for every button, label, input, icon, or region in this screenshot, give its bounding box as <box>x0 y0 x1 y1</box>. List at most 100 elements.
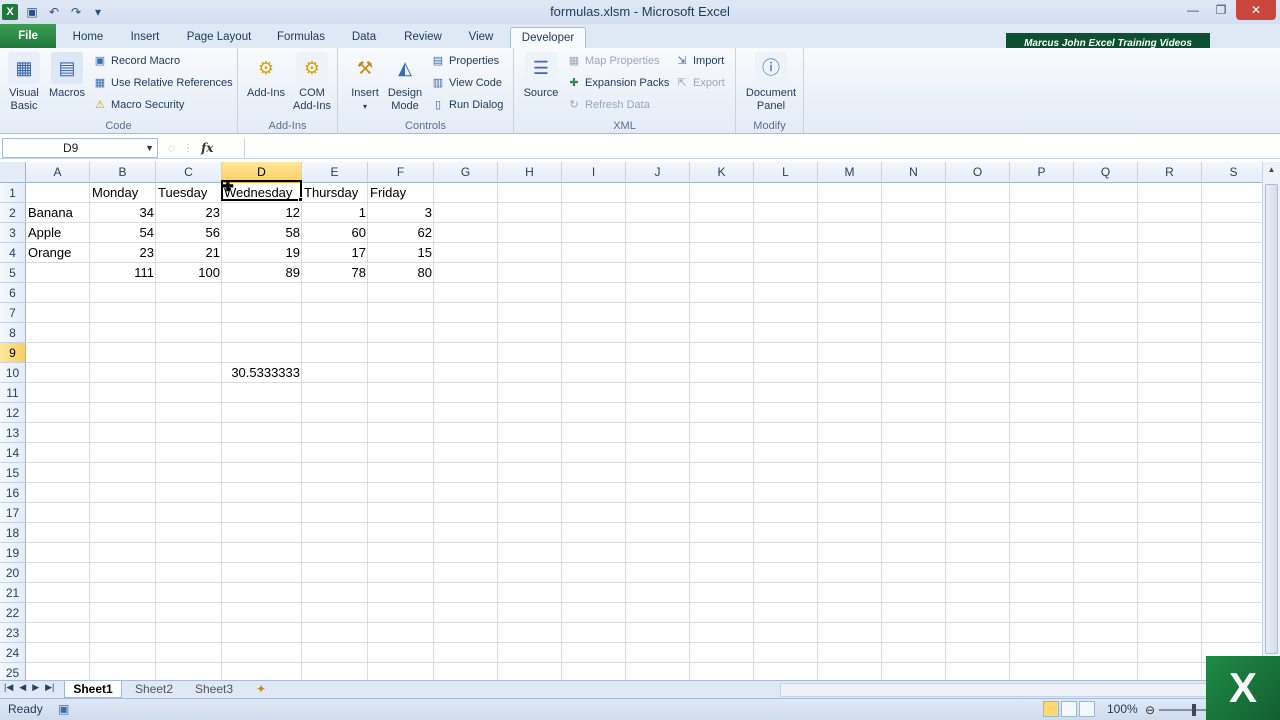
zoom-level[interactable]: 100% <box>1107 702 1138 716</box>
tab-developer[interactable]: Developer <box>510 27 586 48</box>
sheet-tab-sheet3[interactable]: Sheet3 <box>186 681 242 698</box>
cell-a3[interactable]: Apple <box>26 223 90 243</box>
tab-insert[interactable]: Insert <box>120 27 170 48</box>
com-add-ins-button[interactable]: ⚙ COM Add-Ins <box>290 52 334 113</box>
export-button[interactable]: ⇱ Export <box>674 73 724 93</box>
expand-icon[interactable]: ◌ <box>168 141 175 155</box>
cell-c4[interactable]: 21 <box>156 243 222 263</box>
column-header-g[interactable]: G <box>434 162 498 183</box>
row-header-21[interactable]: 21 <box>0 583 26 603</box>
cell-c5[interactable]: 100 <box>156 263 222 283</box>
row-header-11[interactable]: 11 <box>0 383 26 403</box>
cell-e1[interactable]: Thursday <box>302 183 368 203</box>
next-sheet-icon[interactable]: ▶ <box>32 682 39 693</box>
column-header-p[interactable]: P <box>1010 162 1074 183</box>
column-header-k[interactable]: K <box>690 162 754 183</box>
insert-control-button[interactable]: ⚒ Insert ▾ <box>344 52 386 113</box>
column-header-m[interactable]: M <box>818 162 882 183</box>
fill-handle[interactable] <box>298 197 303 202</box>
cell-c3[interactable]: 56 <box>156 223 222 243</box>
column-header-f[interactable]: F <box>368 162 434 183</box>
spreadsheet-grid[interactable]: A B C D E F G H I J K L M N O P Q R S 1 2 3 4 5 6 7 8 9 10 11 12 13 14 15… <box>0 162 1262 682</box>
page-layout-view-icon[interactable] <box>1061 701 1077 717</box>
row-header-20[interactable]: 20 <box>0 563 26 583</box>
cell-f1[interactable]: Friday <box>368 183 434 203</box>
cell-a4[interactable]: Orange <box>26 243 90 263</box>
map-properties-button[interactable]: ▦ Map Properties <box>566 51 660 71</box>
import-button[interactable]: ⇲ Import <box>674 51 724 71</box>
expansion-packs-button[interactable]: ✚ Expansion Packs <box>566 73 669 93</box>
tab-review[interactable]: Review <box>396 27 450 48</box>
cell-f2[interactable]: 3 <box>368 203 434 223</box>
view-code-button[interactable]: ▥ View Code <box>430 73 502 93</box>
cell-d3[interactable]: 58 <box>222 223 302 243</box>
select-all-corner[interactable] <box>0 162 26 183</box>
design-mode-button[interactable]: ◭ Design Mode <box>384 52 426 113</box>
use-relative-references-button[interactable]: ▦ Use Relative References <box>92 73 233 93</box>
column-header-a[interactable]: A <box>26 162 90 183</box>
tab-home[interactable]: Home <box>62 27 114 48</box>
column-header-h[interactable]: H <box>498 162 562 183</box>
document-panel-button[interactable]: ⓘ Document Panel <box>740 52 802 113</box>
insert-function-icon[interactable]: fx <box>201 141 213 155</box>
cell-a2[interactable]: Banana <box>26 203 90 223</box>
tab-file[interactable]: File <box>0 24 56 48</box>
formula-input[interactable] <box>244 138 1264 158</box>
cell-e3[interactable]: 60 <box>302 223 368 243</box>
column-header-r[interactable]: R <box>1138 162 1202 183</box>
zoom-out-icon[interactable]: ⊖ <box>1145 703 1155 717</box>
name-box[interactable]: D9 ▼ <box>2 138 158 158</box>
cell-d5[interactable]: 89 <box>222 263 302 283</box>
column-header-e[interactable]: E <box>302 162 368 183</box>
column-header-s[interactable]: S <box>1202 162 1262 183</box>
tab-formulas[interactable]: Formulas <box>268 27 334 48</box>
cell-f3[interactable]: 62 <box>368 223 434 243</box>
column-header-o[interactable]: O <box>946 162 1010 183</box>
macro-security-button[interactable]: ⚠ Macro Security <box>92 95 184 115</box>
cell-b1[interactable]: Monday <box>90 183 156 203</box>
cell-b3[interactable]: 54 <box>90 223 156 243</box>
row-header-16[interactable]: 16 <box>0 483 26 503</box>
cell-d4[interactable]: 19 <box>222 243 302 263</box>
row-header-4[interactable]: 4 <box>0 243 26 263</box>
add-ins-button[interactable]: ⚙ Add-Ins <box>244 52 288 100</box>
macro-record-icon[interactable]: ▣ <box>58 702 69 716</box>
cell-e2[interactable]: 1 <box>302 203 368 223</box>
row-header-3[interactable]: 3 <box>0 223 26 243</box>
row-header-2[interactable]: 2 <box>0 203 26 223</box>
cell-f5[interactable]: 80 <box>368 263 434 283</box>
cell-d2[interactable]: 12 <box>222 203 302 223</box>
tab-page-layout[interactable]: Page Layout <box>178 27 260 48</box>
zoom-knob[interactable] <box>1192 704 1197 716</box>
tab-data[interactable]: Data <box>342 27 386 48</box>
cell-c1[interactable]: Tuesday <box>156 183 222 203</box>
cell-b5[interactable]: 111 <box>90 263 156 283</box>
row-header-17[interactable]: 17 <box>0 503 26 523</box>
cell-e4[interactable]: 17 <box>302 243 368 263</box>
vertical-scrollbar[interactable]: ▲ ▼ <box>1262 162 1280 682</box>
column-header-q[interactable]: Q <box>1074 162 1138 183</box>
cell-c2[interactable]: 23 <box>156 203 222 223</box>
minimize-icon[interactable]: — <box>1180 0 1206 20</box>
record-macro-button[interactable]: ▣ Record Macro <box>92 51 180 71</box>
first-sheet-icon[interactable]: |◀ <box>4 682 13 693</box>
column-header-l[interactable]: L <box>754 162 818 183</box>
restore-icon[interactable]: ❐ <box>1208 0 1234 20</box>
close-icon[interactable]: ✕ <box>1236 0 1276 20</box>
row-header-14[interactable]: 14 <box>0 443 26 463</box>
visual-basic-button[interactable]: ▦ Visual Basic <box>4 52 44 113</box>
column-header-n[interactable]: N <box>882 162 946 183</box>
cell-b2[interactable]: 34 <box>90 203 156 223</box>
cell-e5[interactable]: 78 <box>302 263 368 283</box>
cell-d10[interactable]: 30.5333333 <box>222 363 302 383</box>
sheet-tab-sheet1[interactable]: Sheet1 <box>64 681 122 698</box>
macros-button[interactable]: ▤ Macros <box>46 52 88 100</box>
row-header-22[interactable]: 22 <box>0 603 26 623</box>
row-header-5[interactable]: 5 <box>0 263 26 283</box>
cell-f4[interactable]: 15 <box>368 243 434 263</box>
last-sheet-icon[interactable]: ▶| <box>45 682 54 693</box>
row-header-8[interactable]: 8 <box>0 323 26 343</box>
row-header-12[interactable]: 12 <box>0 403 26 423</box>
tab-view[interactable]: View <box>458 27 504 48</box>
row-header-15[interactable]: 15 <box>0 463 26 483</box>
